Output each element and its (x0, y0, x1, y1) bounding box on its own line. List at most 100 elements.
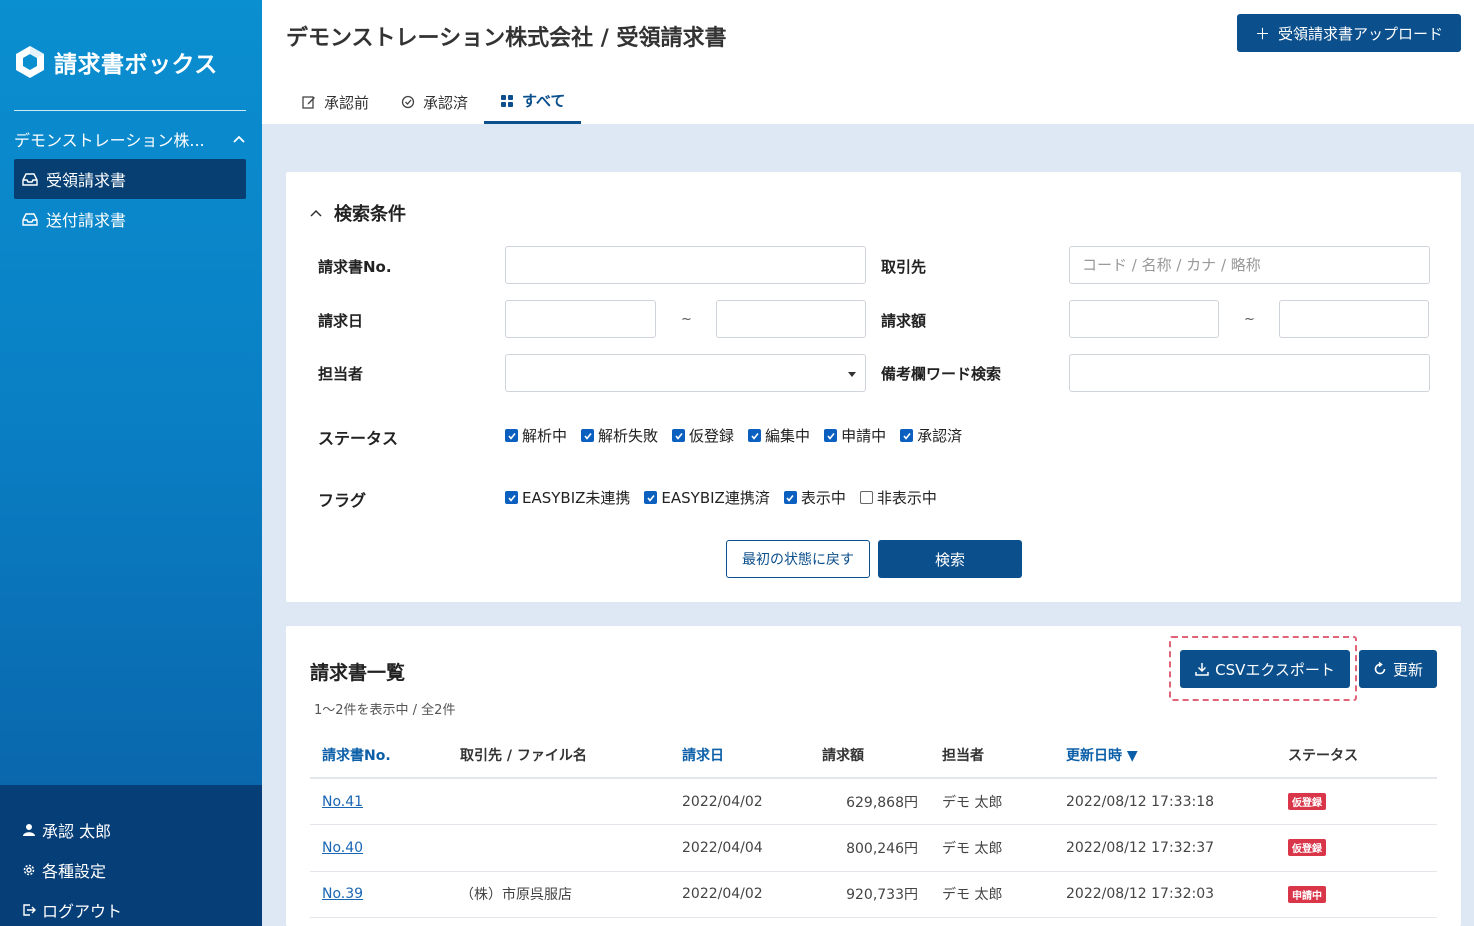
amount-cell: 629,868円 (810, 778, 930, 825)
checkbox-label: 非表示中 (876, 489, 937, 507)
date-to-input[interactable] (716, 300, 866, 338)
checkbox-label: 申請中 (841, 427, 887, 445)
grid-icon (501, 94, 514, 107)
date-cell: 2022/04/02 (670, 871, 810, 918)
status-badge: 仮登録 (1288, 793, 1326, 810)
reset-button[interactable]: 最初の状態に戻す (726, 540, 870, 578)
sidebar-item-received-invoices[interactable]: 受領請求書 (14, 159, 246, 199)
chevron-up-icon (310, 209, 322, 217)
flag-label: フラグ (318, 491, 367, 510)
person-select[interactable] (505, 354, 866, 392)
logout-link[interactable]: ログアウト (22, 898, 122, 922)
partner-cell (448, 778, 670, 825)
date-from-input[interactable] (505, 300, 656, 338)
table-row[interactable]: No.41 2022/04/02 629,868円 デモ 太郎 2022/08/… (310, 778, 1437, 825)
amount-to-input[interactable] (1279, 300, 1429, 338)
checkbox-label: EASYBIZ連携済 (661, 489, 770, 507)
invoice-table: 請求書No. 取引先 / ファイル名 請求日 請求額 担当者 更新日時 ▼ ステ… (310, 732, 1437, 918)
refresh-label: 更新 (1392, 660, 1423, 679)
search-button[interactable]: 検索 (878, 540, 1022, 578)
updated-cell: 2022/08/12 17:33:18 (1054, 778, 1276, 825)
person-cell: デモ 太郎 (930, 824, 1054, 872)
flag-checkbox[interactable]: EASYBIZ連携済 (644, 487, 770, 508)
gear-icon (23, 864, 35, 876)
checkbox-checked-icon (748, 429, 762, 442)
user-name: 承認 太郎 (42, 822, 112, 841)
brand-name: 請求書ボックス (54, 52, 218, 78)
sidebar-item-sent-invoices[interactable]: 送付請求書 (14, 199, 246, 239)
tab-label: 承認済 (423, 93, 469, 112)
table-row[interactable]: No.39 （株）市原呉服店 2022/04/02 920,733円 デモ 太郎… (310, 871, 1437, 918)
person-label: 担当者 (318, 365, 364, 383)
sidebar-divider (14, 110, 246, 111)
amount-from-input[interactable] (1069, 300, 1219, 338)
plus-icon: ＋ (1254, 24, 1270, 43)
tab-all[interactable]: すべて (484, 80, 582, 124)
settings-link[interactable]: 各種設定 (22, 858, 106, 882)
date-label: 請求日 (318, 312, 364, 330)
chevron-down-icon (848, 372, 856, 377)
invoice-no-input[interactable] (505, 246, 866, 284)
column-header-updated[interactable]: 更新日時 ▼ (1054, 732, 1276, 779)
brand-logo[interactable]: 請求書ボックス (14, 44, 218, 80)
person-cell: デモ 太郎 (930, 778, 1054, 825)
invoice-link[interactable]: No.41 (322, 794, 363, 810)
invoice-link[interactable]: No.39 (322, 886, 363, 902)
user-menu[interactable]: 承認 太郎 (22, 818, 111, 842)
status-label: ステータス (318, 429, 399, 448)
amount-cell: 800,246円 (810, 824, 930, 872)
list-title: 請求書一覧 (310, 662, 406, 684)
flag-checkboxes: EASYBIZ未連携 EASYBIZ連携済 表示中 非表示中 (505, 487, 943, 508)
sidebar: 請求書ボックス デモンストレーション株... 受領請求書 送付請求書 承認 太郎… (0, 0, 262, 926)
upload-invoice-button[interactable]: ＋ 受領請求書アップロード (1237, 14, 1461, 52)
status-badge: 申請中 (1288, 885, 1326, 903)
inbox-icon (22, 213, 38, 226)
checkbox-checked-icon (824, 429, 838, 442)
page-title: デモンストレーション株式会社 / 受領請求書 (286, 26, 727, 51)
flag-checkbox[interactable]: 非表示中 (859, 487, 937, 508)
search-panel: 検索条件 請求書No. 取引先 請求日 ~ 請求額 ~ 担当者 備考欄ワード検索… (286, 172, 1461, 602)
result-count: 1〜2件を表示中 / 全2件 (314, 703, 456, 718)
status-checkbox[interactable]: 承認済 (900, 425, 962, 446)
logout-label: ログアウト (42, 902, 123, 921)
refresh-button[interactable]: 更新 (1359, 650, 1437, 688)
refresh-icon (1374, 662, 1386, 675)
flag-checkbox[interactable]: 表示中 (783, 487, 846, 508)
company-selector[interactable]: デモンストレーション株... (14, 126, 246, 152)
checkbox-label: 承認済 (917, 427, 963, 445)
status-checkbox[interactable]: 編集中 (748, 425, 810, 446)
column-header-invoice-no[interactable]: 請求書No. (310, 732, 448, 779)
partner-input[interactable] (1069, 246, 1430, 284)
updated-cell: 2022/08/12 17:32:03 (1054, 871, 1276, 918)
tab-pending[interactable]: 承認前 (286, 80, 385, 124)
column-header-date[interactable]: 請求日 (670, 732, 810, 779)
settings-label: 各種設定 (42, 862, 107, 881)
memo-search-input[interactable] (1069, 354, 1430, 392)
invoice-link[interactable]: No.40 (322, 840, 363, 856)
status-checkbox[interactable]: 解析失敗 (581, 425, 658, 446)
table-row[interactable]: No.40 2022/04/04 800,246円 デモ 太郎 2022/08/… (310, 824, 1437, 872)
checkbox-label: 解析失敗 (598, 427, 659, 445)
check-circle-icon (401, 95, 415, 109)
status-checkbox[interactable]: 申請中 (824, 425, 886, 446)
status-checkbox[interactable]: 仮登録 (672, 425, 734, 446)
checkbox-label: 表示中 (800, 489, 846, 507)
sidebar-item-label: 受領請求書 (46, 171, 127, 190)
checkbox-unchecked-icon (859, 491, 873, 504)
partner-label: 取引先 (881, 258, 927, 276)
search-toggle[interactable]: 検索条件 (310, 200, 406, 226)
memo-label: 備考欄ワード検索 (881, 365, 1002, 383)
checkbox-checked-icon (505, 491, 518, 504)
status-checkboxes: 解析中 解析失敗 仮登録 編集中 申請中 承認済 (505, 425, 968, 446)
status-checkbox[interactable]: 解析中 (505, 425, 567, 446)
date-cell: 2022/04/04 (670, 824, 810, 872)
tab-label: すべて (522, 92, 566, 110)
csv-export-button[interactable]: CSVエクスポート (1180, 650, 1350, 688)
tab-approved[interactable]: 承認済 (385, 80, 484, 124)
chevron-up-icon (233, 135, 245, 143)
checkbox-checked-icon (505, 429, 518, 442)
invoice-list-panel: 請求書一覧 1〜2件を表示中 / 全2件 CSVエクスポート 更新 請求書No.… (286, 626, 1461, 926)
flag-checkbox[interactable]: EASYBIZ未連携 (505, 487, 630, 508)
column-header-person: 担当者 (930, 732, 1054, 779)
invoice-no-label: 請求書No. (318, 258, 392, 276)
